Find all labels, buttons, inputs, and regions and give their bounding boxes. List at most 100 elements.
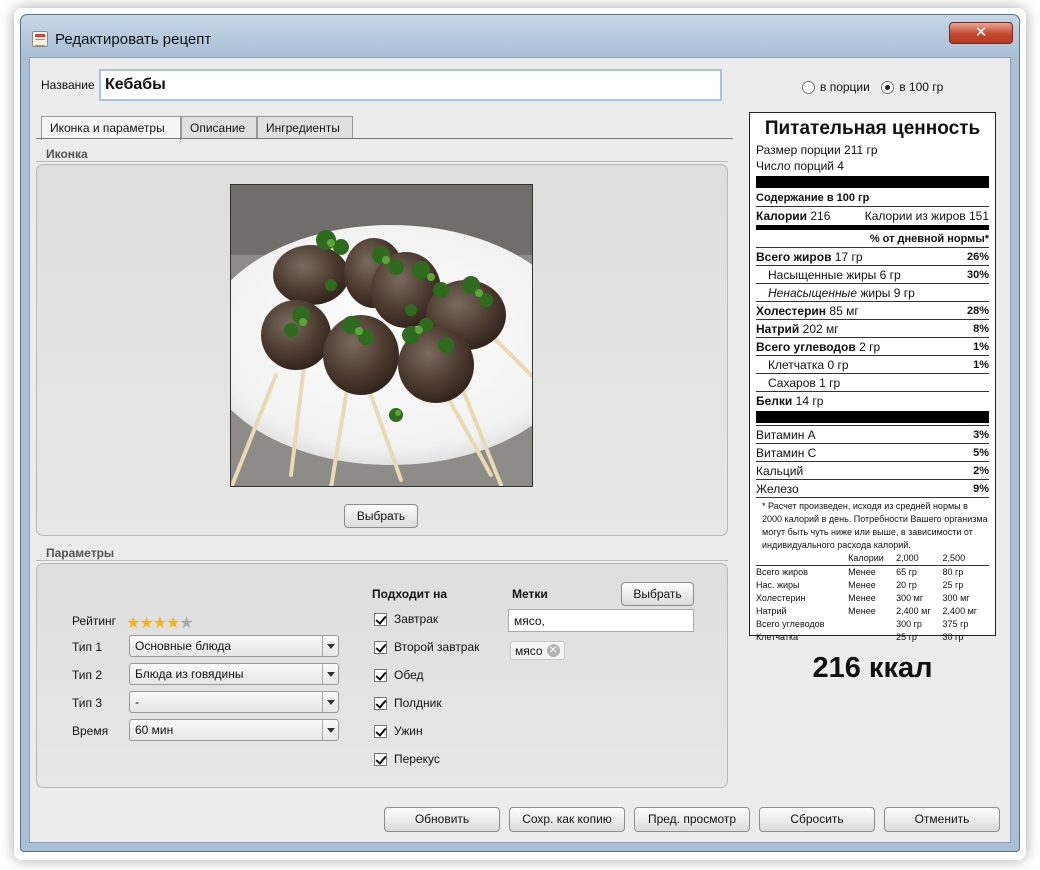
recipe-app-icon	[32, 31, 48, 47]
nutrient-pct: 1%	[973, 359, 989, 371]
checkmark-icon[interactable]	[374, 724, 387, 738]
reset-button[interactable]: Сбросить	[759, 807, 875, 832]
preview-button[interactable]: Пред. просмотр	[634, 807, 750, 832]
daily-values-row: Всего жиров Менее 65 гр 80 гр	[756, 566, 989, 580]
choose-tags-button[interactable]: Выбрать	[621, 582, 694, 606]
nutrient-name: Насыщенные жиры 6 гр	[756, 266, 901, 283]
checkmark-icon[interactable]	[374, 612, 387, 626]
content-per: Содержание в 100 гр	[756, 190, 989, 206]
checkbox-lunch[interactable]: Обед	[374, 668, 423, 682]
daily-values-cell: 2,400 мг	[942, 606, 978, 616]
checkbox-snack-afternoon[interactable]: Полдник	[374, 696, 442, 710]
nutrient-value: 14 гр	[795, 394, 824, 408]
dropdown-arrow-icon[interactable]	[322, 720, 338, 740]
vitamin-row: Витамин A 3%	[756, 425, 989, 443]
params-section-title: Параметры	[46, 546, 115, 560]
tab-icon-params[interactable]: Иконка и параметры	[41, 116, 181, 140]
daily-values-table: Калории 2,000 2,500 Всего жиров Менее 65 гр 80…	[756, 552, 989, 644]
nutrient-pct: 30%	[966, 269, 989, 281]
star-empty-icon[interactable]: ★	[179, 615, 193, 632]
window-title: Редактировать рецепт	[55, 31, 212, 48]
remove-tag-icon[interactable]: ✕	[546, 644, 560, 657]
tag-chip-label: мясо	[515, 643, 543, 658]
icon-section-divider	[36, 161, 728, 162]
time-value: 60 мин	[135, 723, 174, 737]
type2-select[interactable]: Блюда из говядины	[129, 663, 339, 685]
serving-size: Размер порции 211 гр	[756, 142, 989, 158]
checkbox-label: Полдник	[394, 696, 442, 710]
update-button[interactable]: Обновить	[384, 807, 500, 832]
daily-values-cell: 25 гр	[896, 632, 917, 642]
close-icon: ✕	[974, 24, 988, 41]
vitamin-row: Кальций 2%	[756, 461, 989, 479]
star-icon[interactable]: ★	[139, 615, 153, 632]
star-icon[interactable]: ★	[166, 615, 180, 632]
radio-per-100g[interactable]: в 100 гр	[881, 80, 943, 94]
servings-count: Число порций 4	[756, 158, 989, 174]
star-icon[interactable]: ★	[126, 615, 140, 632]
nutrient-name: Натрий 202 мг	[756, 320, 839, 337]
daily-values-row: Натрий Менее 2,400 мг 2,400 мг	[756, 605, 989, 618]
vitamin-pct: 3%	[973, 429, 989, 441]
daily-values-cell: 2,000	[896, 552, 943, 566]
type3-select[interactable]: -	[129, 691, 339, 713]
cancel-button[interactable]: Отменить	[884, 807, 1000, 832]
nutrient-label: Клетчатка	[768, 358, 825, 372]
daily-values-cell: Менее	[848, 567, 876, 577]
daily-values-cell: Холестерин	[756, 593, 806, 603]
time-select[interactable]: 60 мин	[129, 719, 339, 741]
checkbox-breakfast[interactable]: Завтрак	[374, 612, 438, 626]
recipe-editor-window: Редактировать рецепт ✕ Название Кебабы в…	[20, 14, 1020, 852]
nutrient-value: 1 гр	[819, 376, 841, 390]
radio-per-portion[interactable]: в порции	[802, 80, 870, 94]
daily-values-cell: 375 гр	[942, 619, 969, 629]
nutrient-value: 17 гр	[834, 250, 863, 264]
rating-stars[interactable]: ★★★★★	[126, 615, 194, 632]
checkmark-icon[interactable]	[374, 668, 387, 682]
calories-fat: Калории из жиров 151	[864, 209, 989, 223]
nutrient-row: Сахаров 1 гр	[756, 373, 989, 391]
checkmark-icon[interactable]	[374, 640, 387, 654]
checkbox-second-breakfast[interactable]: Второй завтрак	[374, 640, 479, 654]
servings-text: Число порций 4	[756, 159, 844, 173]
close-button[interactable]: ✕	[949, 22, 1013, 44]
nutrient-row: Всего углеводов 2 гр 1%	[756, 337, 989, 355]
tab-ingredients[interactable]: Ингредиенты	[257, 116, 353, 139]
nutrient-label: Белки	[756, 394, 793, 408]
checkbox-label: Обед	[394, 668, 424, 682]
nutrient-name: Всего жиров 17 гр	[756, 248, 863, 265]
daily-values-row: Калории 2,000 2,500	[756, 552, 989, 566]
dialog-body: Название Кебабы в порции в 100 гр Иконка…	[29, 57, 1011, 843]
star-icon[interactable]: ★	[153, 615, 167, 632]
nutrient-row: Клетчатка 0 гр 1%	[756, 355, 989, 373]
dropdown-arrow-icon[interactable]	[322, 664, 338, 684]
type1-select[interactable]: Основные блюда	[129, 635, 339, 657]
dropdown-arrow-icon[interactable]	[322, 636, 338, 656]
checkbox-dinner[interactable]: Ужин	[374, 724, 423, 738]
choose-icon-button[interactable]: Выбрать	[344, 504, 418, 528]
recipe-photo	[230, 184, 533, 487]
nutrition-title: Питательная ценность	[764, 118, 981, 139]
vitamin-label: Кальций	[756, 464, 804, 478]
nutrient-value: 2 гр	[859, 340, 881, 354]
serving-size-text: Размер порции 211 гр	[756, 143, 878, 157]
daily-values-row: Клетчатка 25 гр 30 гр	[756, 631, 989, 644]
nutrient-name: Сахаров 1 гр	[756, 374, 840, 391]
tags-input[interactable]: мясо,	[508, 609, 694, 632]
dropdown-arrow-icon[interactable]	[322, 692, 338, 712]
title-bar[interactable]: Редактировать рецепт ✕	[21, 15, 1019, 57]
tab-description[interactable]: Описание	[181, 116, 257, 139]
daily-values-cell: Нас. жиры	[756, 580, 800, 590]
checkmark-icon[interactable]	[374, 696, 387, 710]
calories-value: 216	[810, 209, 831, 223]
daily-values-cell: Клетчатка	[756, 632, 799, 642]
nutrient-value: жиры 9 гр	[860, 286, 915, 300]
nutrient-pct: 1%	[973, 341, 989, 353]
recipe-name-input[interactable]: Кебабы	[99, 69, 722, 101]
icon-section-title: Иконка	[46, 147, 88, 161]
checkbox-snack[interactable]: Перекус	[374, 752, 440, 766]
checkmark-icon[interactable]	[374, 752, 387, 766]
radio-per-100g-label: в 100 гр	[899, 80, 944, 94]
save-as-copy-button[interactable]: Сохр. как копию	[509, 807, 625, 832]
daily-values-cell: 30 гр	[942, 632, 964, 642]
